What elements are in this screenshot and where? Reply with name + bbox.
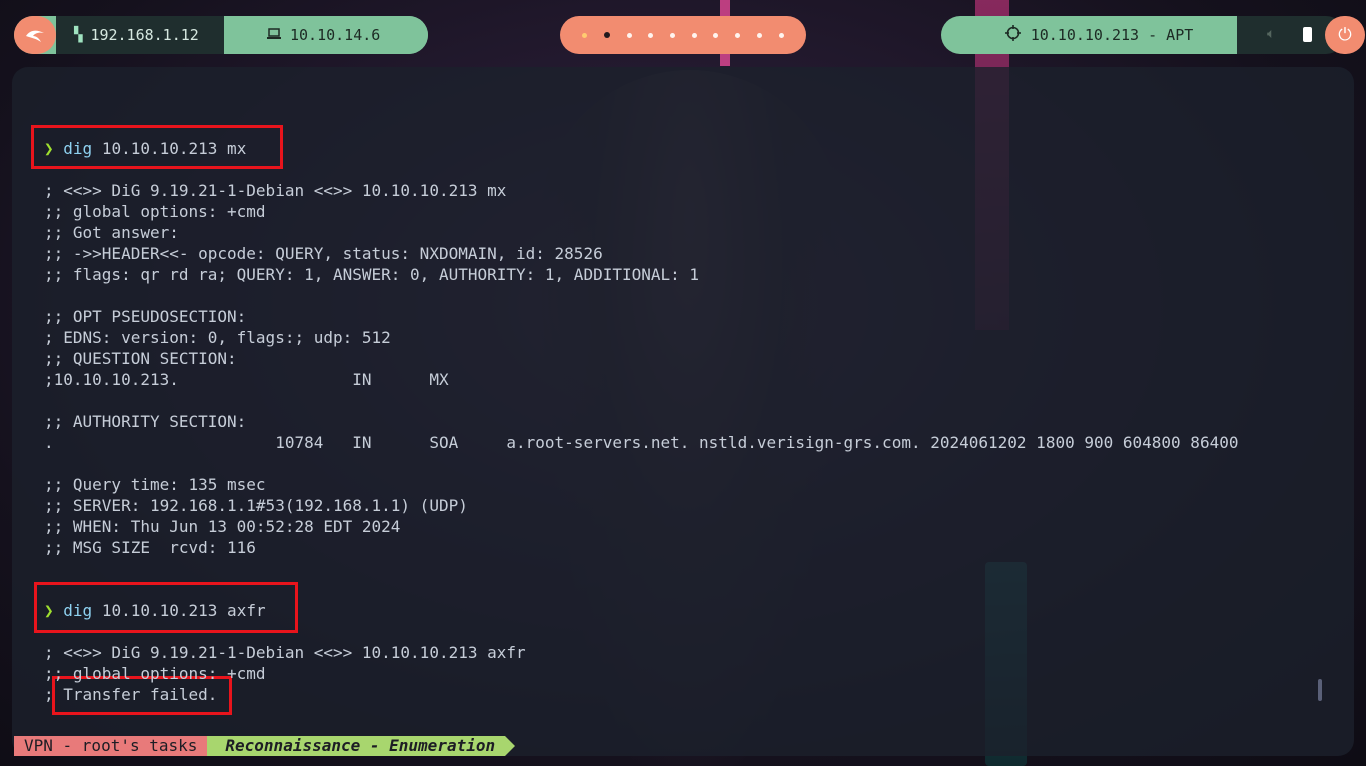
vpn-ip-widget: 10.10.14.6 — [224, 16, 428, 54]
target-widget: 10.10.10.213 - APT — [941, 16, 1257, 54]
output-line: ;; AUTHORITY SECTION: — [44, 412, 247, 431]
output-line: ;10.10.10.213. IN MX — [44, 370, 449, 389]
prompt-line-1: ❯ dig 10.10.10.213 mx — [44, 138, 246, 159]
output-line: ;; Query time: 135 msec — [44, 475, 266, 494]
prompt-line-2: ❯ dig 10.10.10.213 axfr — [44, 600, 266, 621]
tmux-session[interactable]: VPN - root's tasks — [14, 736, 218, 756]
workspace-dot[interactable] — [670, 32, 676, 38]
output-line: ;; flags: qr rd ra; QUERY: 1, ANSWER: 0,… — [44, 265, 700, 284]
workspace-dot[interactable] — [582, 32, 588, 38]
workspace-dot[interactable] — [735, 32, 741, 38]
kali-dragon-icon[interactable] — [14, 16, 56, 54]
system-tray: 🔈︎ ⏻ — [1237, 16, 1365, 54]
prompt-arrow: ❯ — [44, 601, 54, 620]
battery-icon — [1303, 27, 1312, 42]
output-line: ; Transfer failed. — [44, 685, 218, 704]
power-icon[interactable]: ⏻ — [1325, 16, 1365, 54]
output-line: ;; OPT PSEUDOSECTION: — [44, 307, 247, 326]
lan-ip-widget: ▚ 192.168.1.12 — [56, 16, 224, 54]
prompt-arrow: ❯ — [44, 139, 54, 158]
workspace-dot[interactable] — [691, 32, 697, 38]
output-line: ;; WHEN: Thu Jun 13 00:52:28 EDT 2024 — [44, 517, 401, 536]
network-info-pill: ▚ 192.168.1.12 10.10.14.6 — [14, 16, 428, 54]
scrollbar-thumb[interactable] — [1318, 679, 1322, 701]
workspace-dot[interactable] — [756, 32, 762, 38]
target-label: 10.10.10.213 - APT — [1030, 26, 1194, 44]
command-args: 10.10.10.213 mx — [101, 139, 247, 158]
terminal-window[interactable]: ❯ dig 10.10.10.213 mx ❯ dig 10.10.10.213… — [12, 67, 1354, 756]
volume-icon[interactable]: 🔈︎ — [1267, 26, 1275, 42]
workspace-dot[interactable] — [626, 32, 632, 38]
output-line: ;; global options: +cmd — [44, 202, 266, 221]
output-line: . 10784 IN SOA a.root-servers.net. nstld… — [44, 433, 1239, 452]
workspace-switcher[interactable] — [560, 16, 806, 54]
laptop-icon — [266, 26, 282, 44]
output-line: ; <<>> DiG 9.19.21-1-Debian <<>> 10.10.1… — [44, 181, 507, 200]
output-line: ;; Got answer: — [44, 223, 179, 242]
workspace-dot[interactable] — [604, 32, 611, 38]
output-line: ;; MSG SIZE rcvd: 116 — [44, 538, 256, 557]
lan-ip: 192.168.1.12 — [90, 26, 199, 44]
output-line: ;; QUESTION SECTION: — [44, 349, 237, 368]
ethernet-icon: ▚ — [74, 27, 83, 43]
command-name: dig — [63, 601, 93, 620]
workspace-dot[interactable] — [648, 32, 654, 38]
output-line: ;; ->>HEADER<<- opcode: QUERY, status: N… — [44, 244, 603, 263]
tmux-statusbar: VPN - root's tasks Reconnaissance - Enum… — [14, 736, 515, 756]
command-name: dig — [63, 139, 93, 158]
crosshair-icon — [1004, 25, 1021, 45]
vpn-ip: 10.10.14.6 — [290, 26, 381, 44]
output-line: ; EDNS: version: 0, flags:; udp: 512 — [44, 328, 391, 347]
command-args: 10.10.10.213 axfr — [101, 601, 266, 620]
workspace-dot[interactable] — [713, 32, 719, 38]
output-line: ;; SERVER: 192.168.1.1#53(192.168.1.1) (… — [44, 496, 468, 515]
output-line: ;; global options: +cmd — [44, 664, 266, 683]
tmux-window-tab[interactable]: Reconnaissance - Enumeration — [207, 736, 515, 756]
workspace-dot[interactable] — [778, 32, 784, 38]
output-line: ; <<>> DiG 9.19.21-1-Debian <<>> 10.10.1… — [44, 643, 526, 662]
